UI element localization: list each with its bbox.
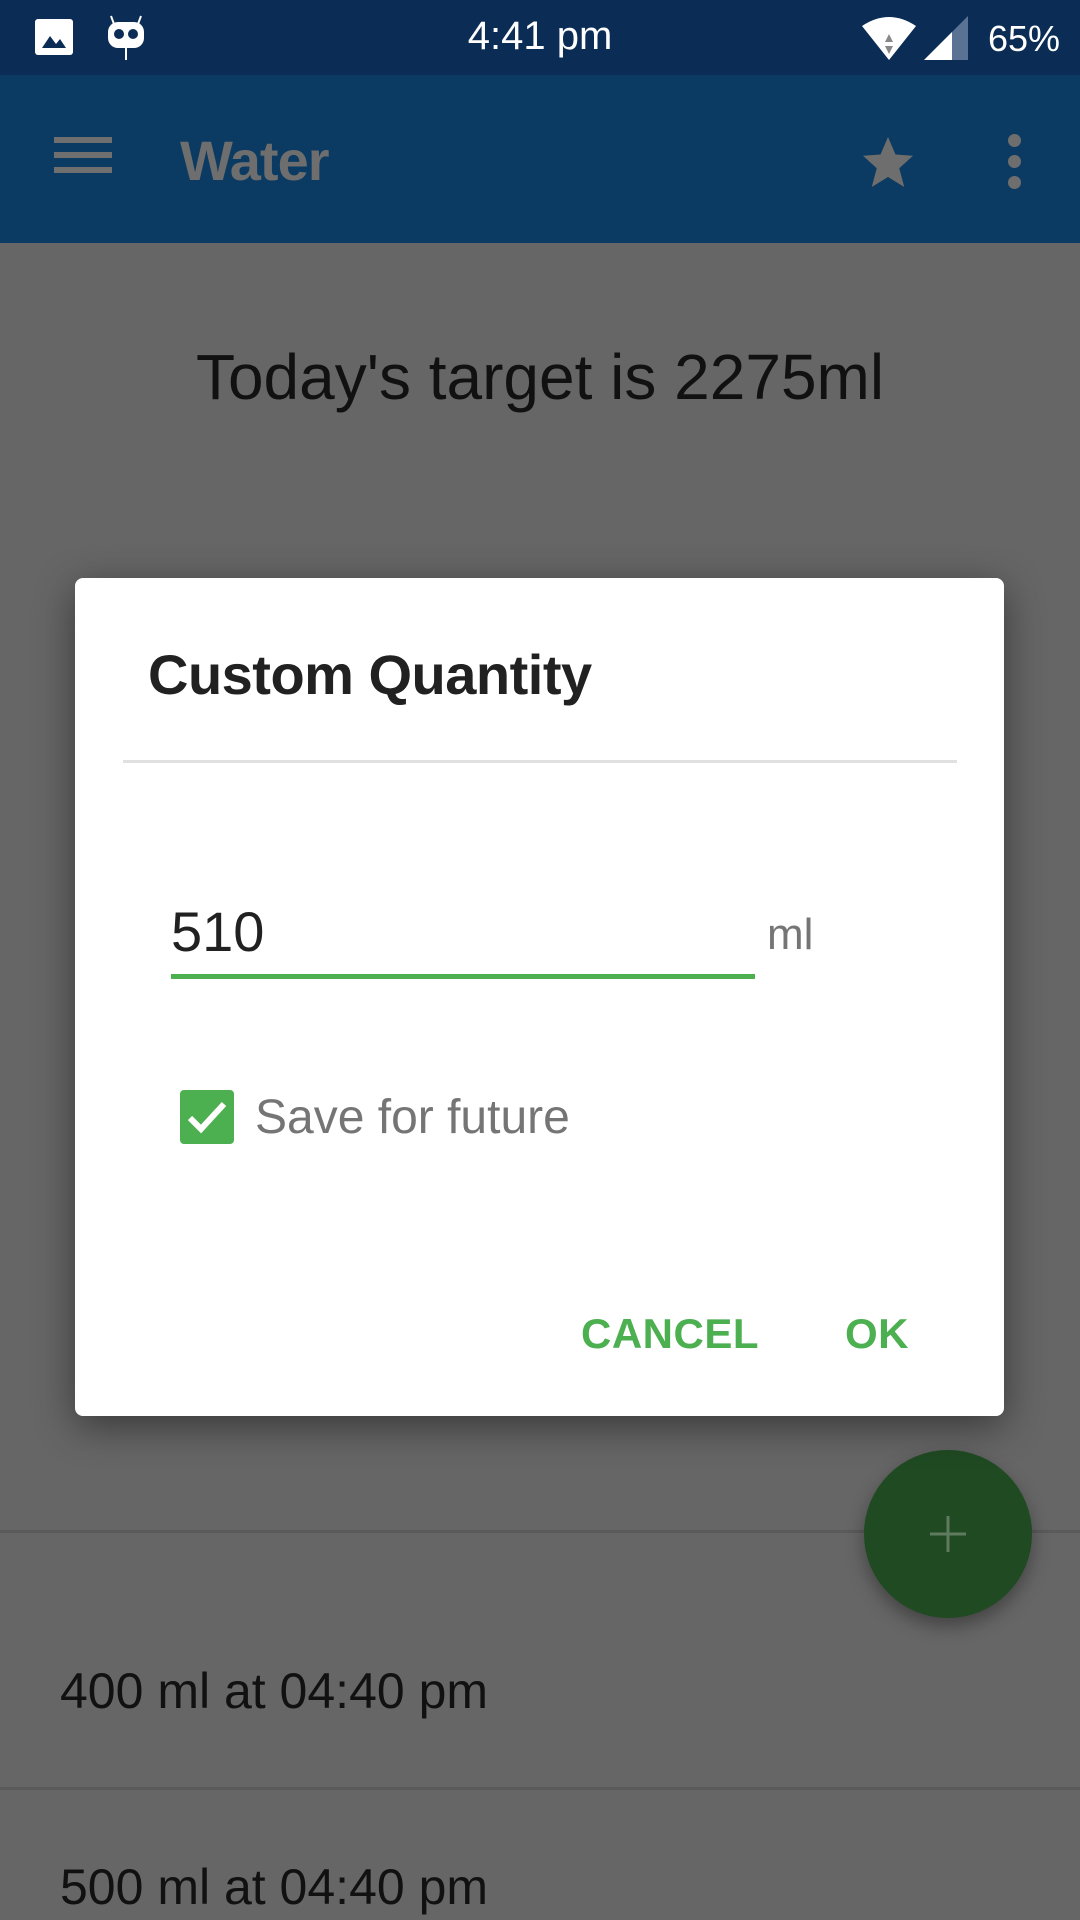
cancel-button[interactable]: CANCEL [581,1310,759,1358]
unit-label: ml [767,910,814,959]
app-bar [0,75,1080,243]
custom-quantity-dialog: Custom Quantity ml Save for future CANCE… [75,578,1004,1416]
plus-icon [930,1516,966,1552]
status-bar: 4:41 pm 65% [0,0,1080,75]
more-vert-icon[interactable] [1000,134,1028,190]
status-time: 4:41 pm [467,14,613,58]
app-title: Water [180,129,330,192]
add-drink-button[interactable] [864,1450,1032,1618]
menu-icon[interactable] [54,137,114,177]
star-icon[interactable] [858,132,918,192]
check-icon [187,1101,227,1134]
history-item[interactable]: 500 ml at 04:40 pm [60,1858,488,1916]
wifi-icon [862,17,916,60]
daily-target-text: Today's target is 2275ml [195,341,885,413]
battery-level: 65% [988,18,1061,59]
save-for-future-label[interactable]: Save for future [255,1090,570,1145]
save-for-future-checkbox[interactable] [180,1090,234,1144]
list-divider [0,1787,1080,1790]
history-item[interactable]: 400 ml at 04:40 pm [60,1662,488,1720]
quantity-input[interactable] [171,888,755,979]
dialog-divider [123,760,957,763]
dialog-title: Custom Quantity [148,643,592,706]
ok-button[interactable]: OK [845,1310,909,1358]
signal-icon [924,16,968,60]
